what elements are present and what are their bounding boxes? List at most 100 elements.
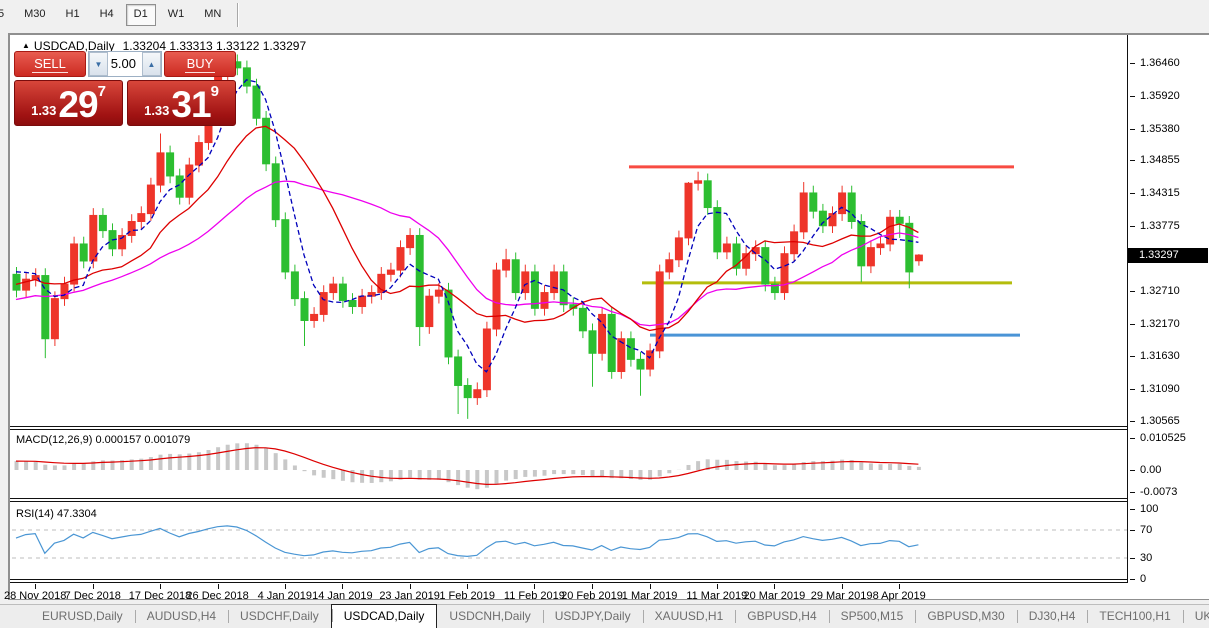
macd-axis-label: 0.010525 [1140, 432, 1186, 444]
candle-body [493, 270, 500, 329]
buy-button[interactable]: BUY [164, 51, 236, 77]
panel-separator[interactable] [10, 426, 1127, 427]
candle-body [272, 164, 279, 220]
date-axis-label: 20 Feb 2019 [561, 590, 623, 602]
price-axis-label: 1.33775 [1140, 220, 1180, 232]
price-axis-label: 1.35380 [1140, 123, 1180, 135]
candle-body [320, 293, 327, 315]
chart-tab-audusd[interactable]: AUDUSD,H4 [135, 606, 228, 628]
candle-body [618, 339, 625, 372]
candle-body [282, 220, 289, 272]
candle-body [637, 359, 644, 369]
date-axis-label: 4 Jan 2019 [258, 590, 312, 602]
price-axis-label: 1.31630 [1140, 350, 1180, 362]
price-axis-label: 1.31090 [1140, 383, 1180, 395]
candle-body [723, 244, 730, 252]
candle-body [243, 68, 250, 86]
date-axis-label: 29 Mar 2019 [811, 590, 873, 602]
rsi-axis-label: 30 [1140, 552, 1152, 564]
timeframe-button-w1[interactable]: W1 [160, 4, 193, 26]
candle-body [647, 351, 654, 369]
date-axis-label: 1 Mar 2019 [622, 590, 678, 602]
candle-body [839, 193, 846, 214]
chart-tab-xauusd[interactable]: XAUUSD,H1 [643, 606, 736, 628]
candle-body [627, 339, 634, 360]
date-tick [218, 584, 219, 589]
volume-field[interactable]: 5.00 [108, 52, 142, 76]
chart-tab-eurusd[interactable]: EURUSD,Daily [30, 606, 135, 628]
candle-body [608, 314, 615, 371]
date-axis-label: 17 Dec 2018 [129, 590, 191, 602]
arrow-down-icon: ▼ [95, 60, 103, 69]
candle-body [397, 248, 404, 270]
candle-body [71, 244, 78, 284]
candle-body [435, 290, 442, 296]
sell-price-display[interactable]: 1.33297 [14, 80, 123, 126]
candle-body [51, 299, 58, 339]
timeframe-button-m30[interactable]: M30 [16, 4, 53, 26]
date-axis-label: 7 Dec 2018 [65, 590, 121, 602]
candle-body [195, 143, 202, 165]
volume-decrease-button[interactable]: ▼ [89, 52, 108, 76]
price-axis-label: 1.34315 [1140, 187, 1180, 199]
candle-body [359, 296, 366, 306]
candle-body [906, 223, 913, 272]
buy-price-display[interactable]: 1.33319 [127, 80, 236, 126]
timeframe-button-h4[interactable]: H4 [92, 4, 122, 26]
macd-label: MACD(12,26,9) 0.000157 0.001079 [16, 434, 190, 446]
price-axis-label: 1.36460 [1140, 57, 1180, 69]
date-tick [899, 584, 900, 589]
candle-body [90, 215, 97, 261]
candle-body [800, 193, 807, 232]
volume-increase-button[interactable]: ▲ [142, 52, 161, 76]
chart-tab-sp500[interactable]: SP500,M15 [829, 606, 916, 628]
candle-body [474, 390, 481, 398]
rsi-axis-label: 70 [1140, 524, 1152, 536]
chart-tab-bar: EURUSD,DailyAUDUSD,H4USDCHF,DailyUSDCAD,… [0, 604, 1209, 628]
candle-body [819, 211, 826, 226]
panel-separator [10, 429, 1127, 430]
trading-platform: 5M30H1H4D1W1MN ▲USDCAD,Daily1.33204 1.33… [0, 0, 1209, 628]
chart-tab-uko[interactable]: UKO [1183, 606, 1209, 628]
volume-stepper: ▼ 5.00 ▲ [88, 51, 162, 77]
price-axis-label: 1.35920 [1140, 90, 1180, 102]
date-axis-label: 11 Mar 2019 [686, 590, 747, 602]
chart-tab-gbpusd[interactable]: GBPUSD,M30 [915, 606, 1016, 628]
rsi-plot[interactable] [12, 505, 1127, 579]
date-axis-label: 14 Jan 2019 [312, 590, 373, 602]
candle-body [704, 181, 711, 208]
rsi-label: RSI(14) 47.3304 [16, 508, 97, 520]
chart-tab-dj30[interactable]: DJ30,H4 [1017, 606, 1088, 628]
candle-body [301, 299, 308, 321]
panel-separator[interactable] [10, 579, 1127, 580]
candle-body [157, 153, 164, 185]
candle-body [675, 238, 682, 260]
price-axis-label: 1.30565 [1140, 415, 1180, 427]
toolbar-separator [237, 3, 239, 27]
chart-tab-usdcnh[interactable]: USDCNH,Daily [437, 606, 542, 628]
timeframe-button-5[interactable]: 5 [0, 4, 12, 26]
chart-tab-tech100[interactable]: TECH100,H1 [1087, 606, 1182, 628]
candle-body [551, 272, 558, 293]
timeframe-button-h1[interactable]: H1 [58, 4, 88, 26]
date-tick [342, 584, 343, 589]
candle-body [714, 208, 721, 252]
candle-body [426, 296, 433, 326]
timeframe-button-d1[interactable]: D1 [126, 4, 156, 26]
collapse-icon[interactable]: ▲ [22, 41, 30, 50]
candle-body [464, 385, 471, 397]
candle-body [330, 284, 337, 293]
chart-tab-gbpusd[interactable]: GBPUSD,H4 [735, 606, 828, 628]
candle-body [311, 314, 318, 320]
candle-body [858, 222, 865, 266]
chart-tab-usdchf[interactable]: USDCHF,Daily [228, 606, 331, 628]
chart-tab-usdjpy[interactable]: USDJPY,Daily [543, 606, 643, 628]
candle-body [503, 260, 510, 270]
panel-separator[interactable] [10, 498, 1127, 499]
sell-button[interactable]: SELL [14, 51, 86, 77]
candle-body [263, 118, 270, 164]
chart-tab-usdcad[interactable]: USDCAD,Daily [331, 604, 438, 628]
candle-body [685, 183, 692, 238]
timeframe-button-mn[interactable]: MN [196, 4, 229, 26]
candle-body [541, 293, 548, 309]
